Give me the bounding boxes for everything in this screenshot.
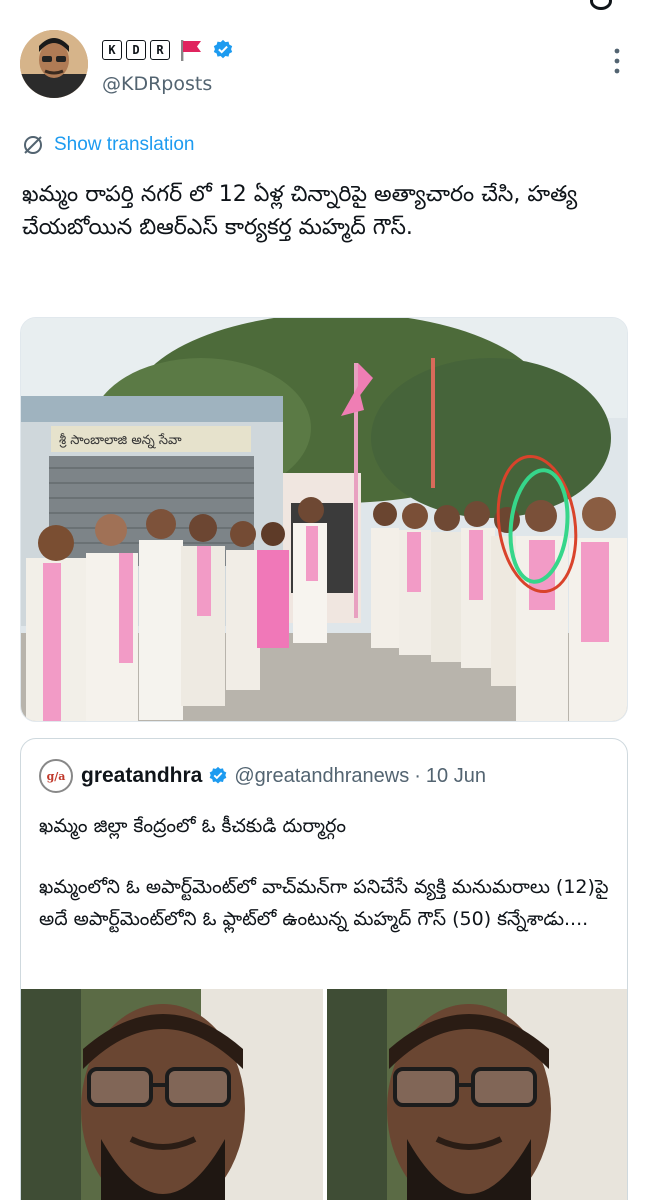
verified-icon (210, 766, 227, 784)
quote-author-name[interactable]: greatandhra (81, 764, 202, 788)
name-letter-k: K (102, 40, 122, 60)
translate-icon (24, 136, 42, 154)
quote-headline: ఖమ్మం జిల్లా కేంద్రంలో ఓ కీచకుడి దుర్మార… (39, 815, 346, 837)
quoted-tweet[interactable]: g/a greatandhra @greatandhranews · 10 Ju… (20, 738, 628, 1200)
display-name[interactable]: K D R (102, 38, 234, 62)
tweet-photo[interactable]: శ్రీ సాంబాలాజి అన్న సేవా (20, 317, 628, 722)
top-bar (0, 0, 648, 14)
quote-media (21, 989, 627, 1200)
tweet-text: ఖమ్మం రాపర్తి నగర్ లో 12 ఏళ్ల చిన్నారిపై… (22, 182, 578, 240)
quote-avatar[interactable]: g/a (39, 759, 73, 793)
more-icon[interactable] (614, 48, 620, 74)
avatar[interactable] (20, 30, 88, 98)
quote-photo-right[interactable] (327, 989, 627, 1200)
flag-icon (181, 40, 201, 61)
verified-icon (213, 39, 233, 59)
quote-date[interactable]: 10 Jun (426, 765, 486, 788)
separator-dot: · (414, 764, 421, 787)
quote-author-handle[interactable]: @greatandhranews (234, 765, 409, 788)
show-translation-label: Show translation (54, 134, 195, 155)
quote-header: g/a greatandhra @greatandhranews · 10 Ju… (39, 759, 486, 793)
name-letter-d: D (126, 40, 146, 60)
name-letter-r: R (150, 40, 170, 60)
show-translation[interactable]: Show translation (22, 134, 194, 156)
tweet-author: K D R @KDRposts (20, 30, 628, 100)
shop-sign: శ్రీ సాంబాలాజి అన్న సేవా (59, 433, 182, 449)
quote-logo-text: g/a (46, 769, 66, 783)
quote-photo-left[interactable] (21, 989, 323, 1200)
grok-icon[interactable] (590, 0, 612, 10)
quote-body: ఖమ్మంలోని ఓ అపార్ట్‌మెంట్‌లో వాచ్‌మన్‌గా… (39, 876, 609, 930)
author-handle[interactable]: @KDRposts (102, 73, 212, 95)
